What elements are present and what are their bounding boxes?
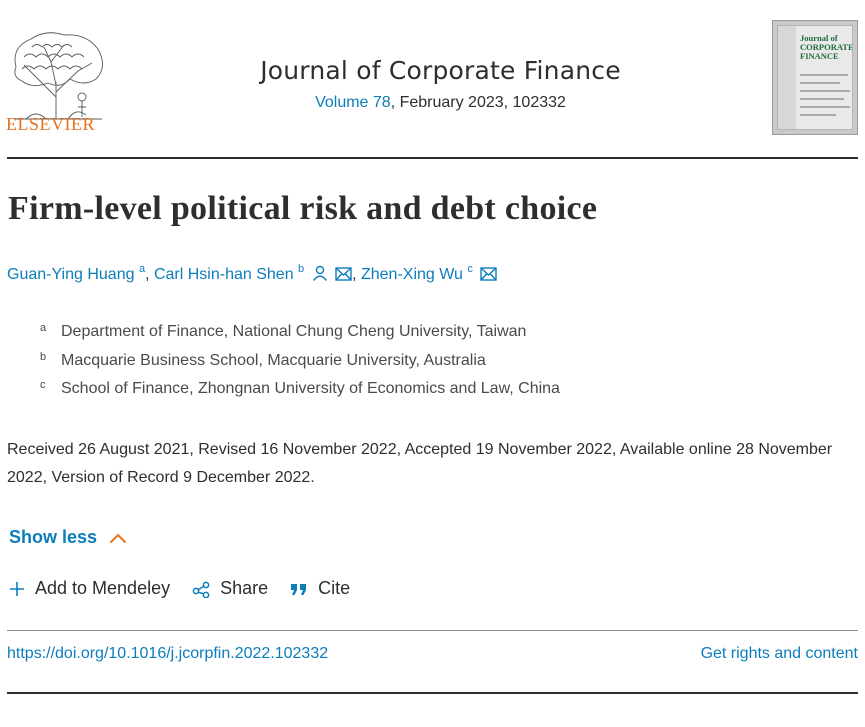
envelope-icon[interactable] [335, 267, 352, 281]
affiliation-text: Department of Finance, National Chung Ch… [61, 323, 527, 340]
affiliation-label: b [40, 350, 47, 363]
footer-divider [7, 692, 858, 694]
rights-link[interactable]: Get rights and content [701, 645, 858, 663]
elsevier-wordmark: ELSEVIER [6, 114, 95, 134]
affiliation-item: c School of Finance, Zhongnan University … [40, 379, 560, 408]
affiliation-item: a Department of Finance, National Chung C… [40, 322, 560, 351]
show-less-button[interactable]: Show less [9, 527, 127, 548]
envelope-icon[interactable] [480, 267, 498, 281]
cite-label: Cite [318, 578, 351, 598]
actions-divider [7, 630, 858, 631]
author-list: Guan-Ying Huang a, Carl Hsin-han Shen b … [7, 263, 498, 284]
issue-info: , February 2023, 102332 [390, 94, 566, 111]
volume-link[interactable]: Volume 78 [315, 94, 391, 111]
author-name[interactable]: Carl Hsin-han Shen [154, 266, 294, 283]
affiliation-text: Macquarie Business School, Macquarie Uni… [61, 351, 486, 369]
author-name[interactable]: Zhen-Xing Wu [361, 266, 463, 283]
article-history: Received 26 August 2021, Revised 16 Nove… [7, 441, 833, 486]
author-affil-ref[interactable]: c [467, 263, 473, 275]
journal-header: ELSEVIER Journal of Corporate Finance Vo… [0, 0, 865, 160]
chevron-up-icon [109, 533, 127, 544]
doi-link[interactable]: https://doi.org/10.1016/j.jcorpfin.2022.… [7, 645, 328, 662]
journal-info: Journal of Corporate Finance Volume 78, … [0, 56, 865, 112]
affiliation-item: b Macquarie Business School, Macquarie Un… [40, 351, 560, 380]
affiliation-label: c [40, 379, 46, 391]
doi-row: https://doi.org/10.1016/j.jcorpfin.2022.… [7, 645, 858, 663]
affiliation-label: a [40, 322, 47, 334]
add-to-mendeley-label: Add to Mendeley [35, 578, 171, 598]
cover-sidebar [778, 26, 796, 129]
add-to-mendeley-button[interactable]: Add to Mendeley [9, 578, 170, 599]
author-separator: , [352, 266, 361, 283]
cite-button[interactable]: Cite [290, 578, 350, 599]
header-divider [7, 157, 858, 159]
journal-cover[interactable]: Journal of CORPORATE FINANCE [772, 20, 858, 135]
author-name[interactable]: Guan-Ying Huang [7, 266, 135, 283]
author-separator: , [145, 266, 154, 283]
article-title: Firm-level political risk and debt choic… [8, 190, 598, 227]
plus-icon [10, 581, 24, 596]
show-less-label: Show less [9, 527, 98, 547]
person-icon[interactable] [312, 265, 328, 281]
quote-icon [291, 583, 307, 595]
cover-title: Journal of CORPORATE FINANCE [800, 33, 853, 61]
author-affil-ref[interactable]: a [139, 263, 145, 275]
share-button[interactable]: Share [192, 578, 268, 599]
share-label: Share [220, 578, 269, 598]
journal-issue: Volume 78, February 2023, 102332 [0, 94, 865, 112]
cover-inner: Journal of CORPORATE FINANCE [777, 25, 853, 130]
author-affil-ref[interactable]: b [298, 263, 304, 275]
affiliation-text: School of Finance, Zhongnan University o… [61, 380, 560, 397]
article-actions: Add to Mendeley Share Cite [9, 578, 372, 599]
share-icon [192, 581, 210, 598]
journal-title[interactable]: Journal of Corporate Finance [0, 56, 865, 85]
affiliation-list: a Department of Finance, National Chung C… [40, 322, 560, 408]
